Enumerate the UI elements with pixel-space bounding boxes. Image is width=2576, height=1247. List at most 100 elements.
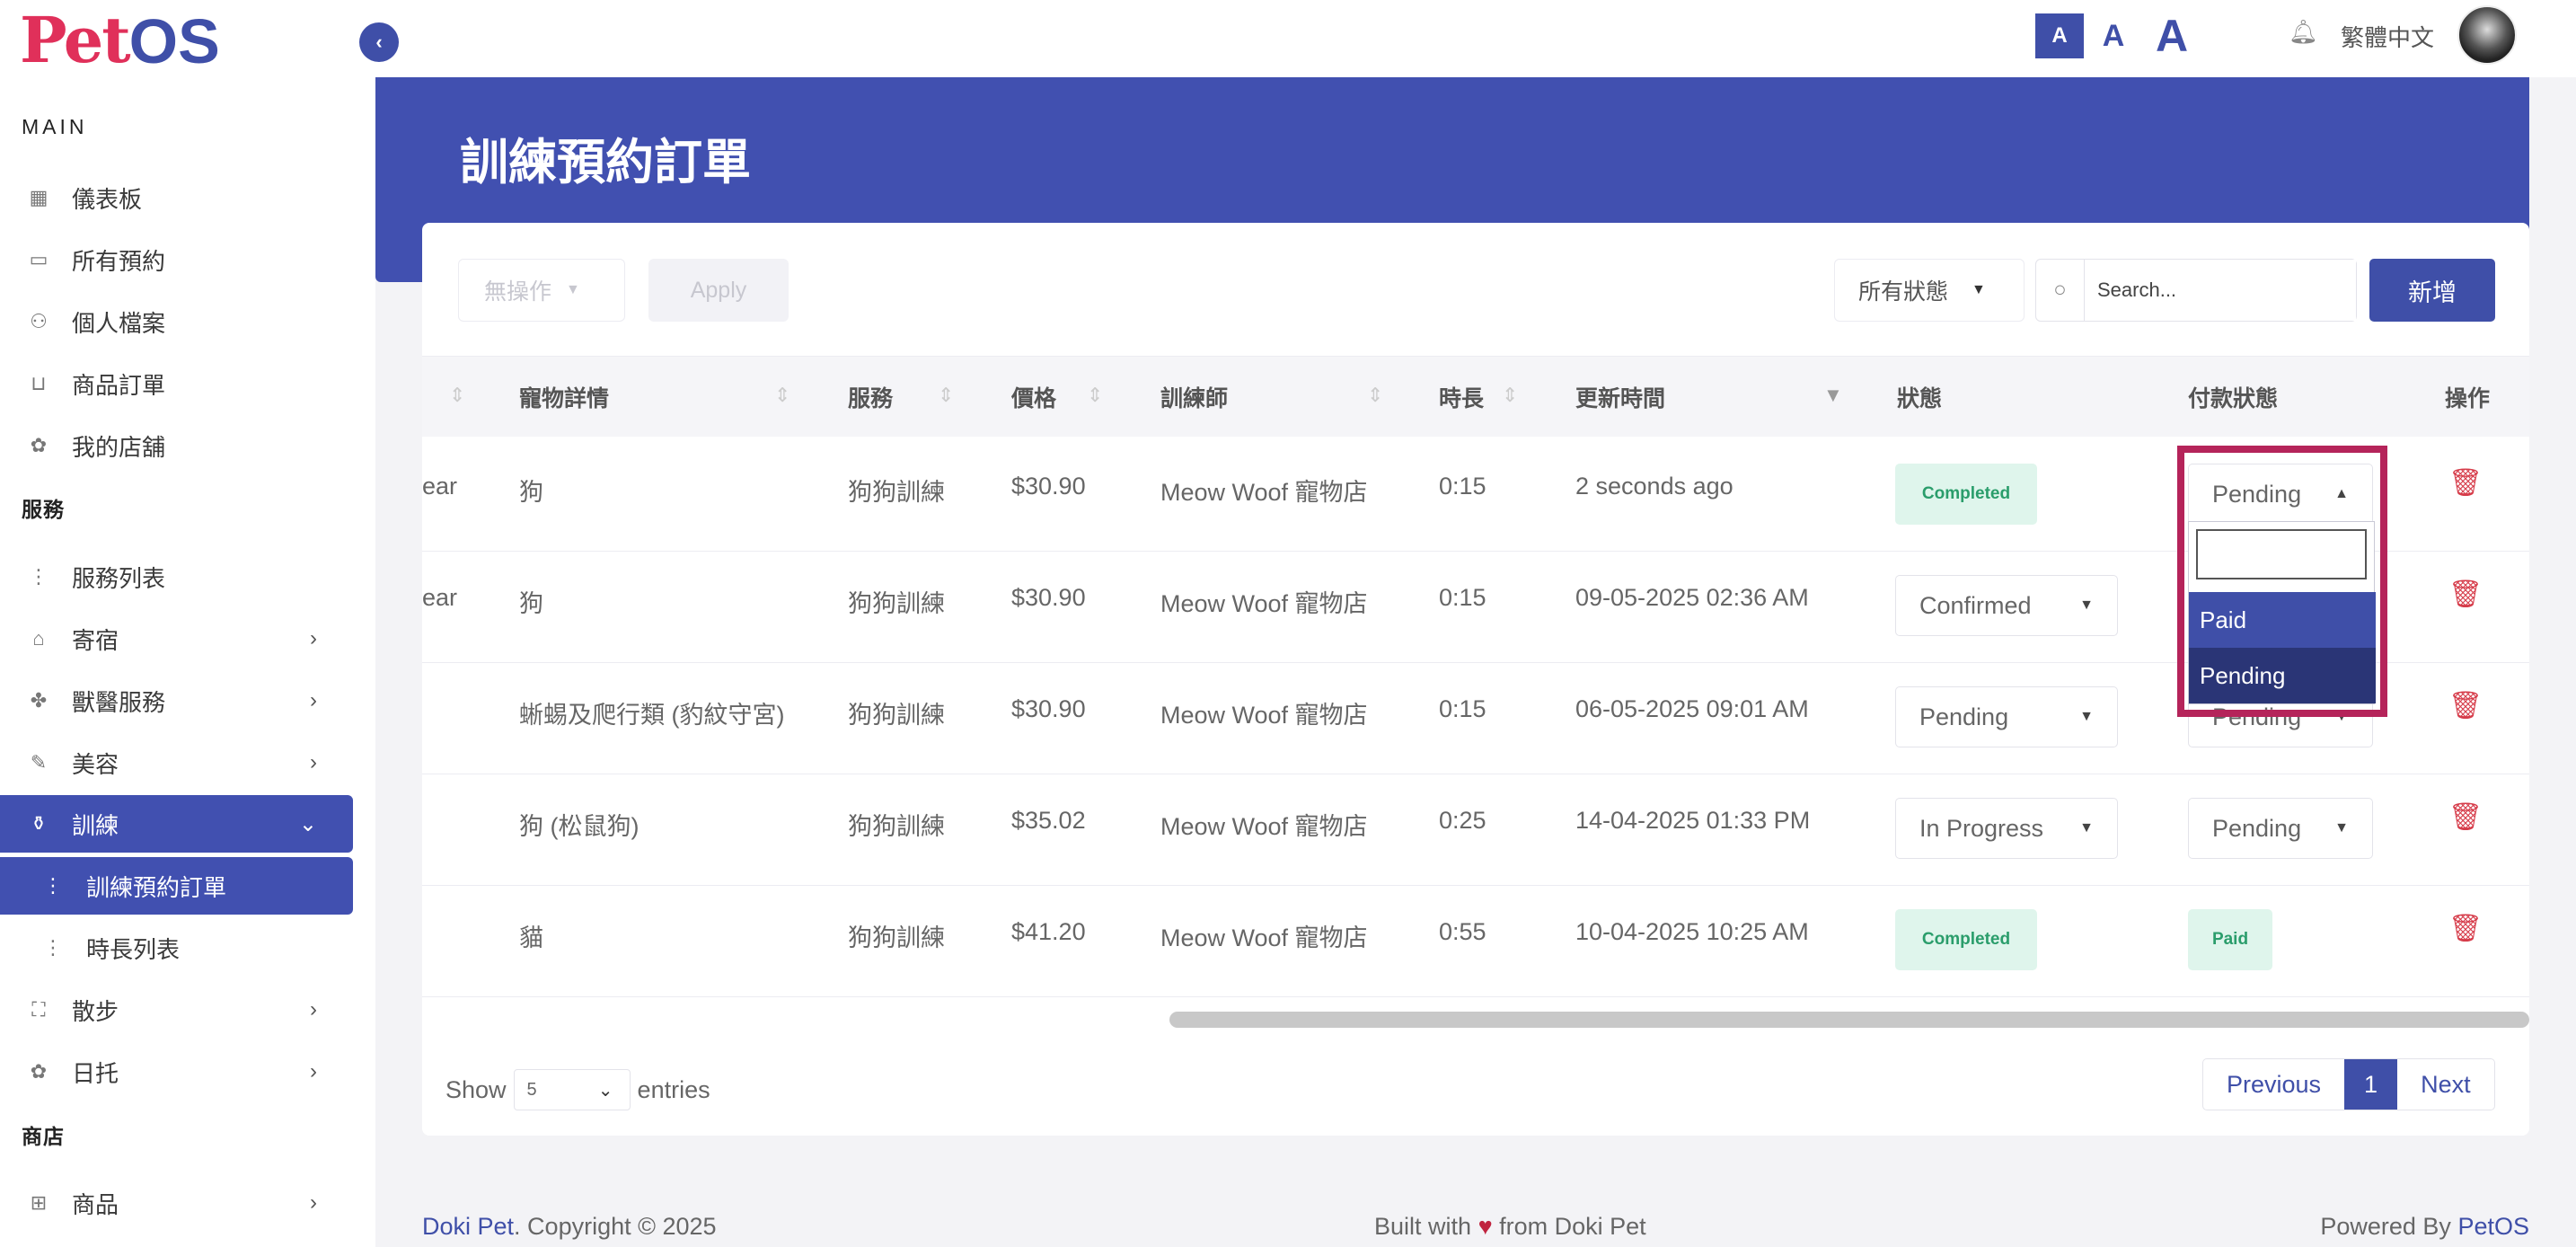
sidebar-item-walking[interactable]: ⛶ 散步 ›	[0, 981, 353, 1039]
sidebar-item-all-bookings[interactable]: ▭ 所有預約	[0, 231, 353, 288]
training-icon: ⚱	[30, 812, 48, 835]
entries-select[interactable]: 5 ⌄	[513, 1069, 631, 1110]
sort-icon[interactable]: ⇕	[449, 384, 465, 407]
sort-icon[interactable]: ⇕	[774, 384, 790, 407]
sidebar-item-dashboard[interactable]: ▦ 儀表板	[0, 169, 353, 226]
payment-status-dropdown: Paid Pending	[2188, 521, 2376, 704]
search-input[interactable]	[2085, 260, 2356, 321]
dropdown-option-pending[interactable]: Pending	[2189, 648, 2376, 703]
sidebar-item-training[interactable]: ⚱ 訓練 ⌄	[0, 795, 353, 853]
chevron-right-icon: ›	[310, 1059, 317, 1083]
previous-button[interactable]: Previous	[2203, 1059, 2344, 1110]
sidebar-item-grooming[interactable]: ✎ 美容 ›	[0, 734, 353, 792]
cell-pet: 狗 (松鼠狗)	[519, 813, 640, 840]
sidebar-item-duration-list[interactable]: ⋮ 時長列表	[0, 919, 353, 977]
cell-pet: 貓	[519, 924, 543, 951]
sidebar-item-product-orders[interactable]: ⊔ 商品訂單	[0, 355, 353, 412]
sidebar-item-label: 商品	[72, 1190, 119, 1218]
apply-button[interactable]: Apply	[648, 259, 789, 322]
list-icon: ⋮	[29, 565, 49, 588]
delete-icon[interactable]: 🗑︎	[2448, 690, 2483, 721]
sidebar-item-training-orders[interactable]: ⋮ 訓練預約訂單	[0, 857, 353, 915]
cell-truncated: ear	[422, 584, 458, 611]
font-size-small-button[interactable]: A	[2035, 13, 2084, 58]
sidebar-item-service-list[interactable]: ⋮ 服務列表	[0, 548, 353, 606]
font-size-medium-button[interactable]: A	[2093, 13, 2134, 58]
sidebar-item-daycare[interactable]: ✿ 日托 ›	[0, 1043, 353, 1101]
col-header-price[interactable]: 價格	[1011, 357, 1056, 438]
app-logo[interactable]: Pet OS	[20, 3, 220, 77]
sort-icon[interactable]: ⇕	[1087, 384, 1103, 407]
sidebar-item-profile[interactable]: ⚇ 個人檔案	[0, 293, 353, 350]
sidebar-item-products[interactable]: ⊞ 商品 ›	[0, 1174, 353, 1232]
horizontal-scrollbar[interactable]	[1169, 1012, 2529, 1028]
sidebar-item-label: 訓練	[72, 811, 119, 839]
section-service-title: 服務	[22, 498, 65, 521]
cell-updated: 2 seconds ago	[1575, 473, 1734, 500]
entries-value: 5	[526, 1079, 537, 1100]
payment-status-select[interactable]: Pending ▼	[2188, 798, 2373, 859]
page-title: 訓練預約訂單	[460, 136, 751, 190]
cell-updated: 10-04-2025 10:25 AM	[1575, 918, 1809, 945]
sidebar-item-my-store[interactable]: ✿ 我的店舖	[0, 417, 353, 474]
chevron-right-icon: ›	[310, 750, 317, 774]
status-filter-select[interactable]: 所有狀態 ▼	[1834, 259, 2025, 322]
cell-duration: 0:55	[1439, 918, 1486, 945]
cell-duration: 0:25	[1439, 807, 1486, 834]
powered-brand-link[interactable]: PetOS	[2457, 1213, 2529, 1240]
font-size-large-button[interactable]: A	[2145, 11, 2199, 61]
dropdown-option-paid[interactable]: Paid	[2189, 592, 2376, 648]
avatar[interactable]	[2457, 5, 2517, 65]
col-header-duration[interactable]: 時長	[1439, 357, 1484, 438]
sort-icon[interactable]: ⇕	[938, 384, 954, 407]
collapse-sidebar-button[interactable]: ‹	[359, 22, 399, 62]
walk-icon: ⛶	[31, 998, 46, 1021]
sidebar-item-vet[interactable]: ✤ 獸醫服務 ›	[0, 672, 353, 730]
table-header: ⇕ 寵物詳情 ⇕ 服務 ⇕ 價格 ⇕ 訓練師 ⇕ 時長 ⇕ 更新時間 ▼ 狀態 …	[422, 356, 2529, 437]
daycare-icon: ✿	[30, 1060, 48, 1083]
status-select[interactable]: Confirmed ▼	[1895, 575, 2118, 636]
sort-desc-icon[interactable]: ▼	[1823, 384, 1843, 407]
sort-icon[interactable]: ⇕	[1367, 384, 1383, 407]
sidebar-item-label: 寄宿	[72, 626, 119, 654]
bell-icon[interactable]: 🔔︎	[2289, 18, 2318, 46]
sidebar-item-label: 儀表板	[72, 185, 143, 213]
page-button-1[interactable]: 1	[2344, 1059, 2398, 1110]
list-icon: ⋮	[43, 874, 63, 897]
col-header-pet[interactable]: 寵物詳情	[519, 357, 609, 438]
list-icon: ⋮	[43, 936, 63, 959]
search-box: ○	[2035, 259, 2357, 322]
footer-brand-link[interactable]: Doki Pet	[422, 1213, 514, 1240]
built-from-text: from Doki Pet	[1499, 1213, 1646, 1240]
user-icon: ⚇	[30, 310, 48, 332]
delete-icon[interactable]: 🗑︎	[2448, 913, 2483, 944]
sidebar-item-boarding[interactable]: ⌂ 寄宿 ›	[0, 610, 353, 668]
top-bar	[375, 0, 2576, 77]
col-header-service[interactable]: 服務	[848, 357, 893, 438]
built-with-text: Built with	[1374, 1213, 1472, 1240]
chevron-right-icon: ›	[310, 688, 317, 712]
delete-icon[interactable]: 🗑︎	[2448, 801, 2483, 833]
show-label: Show	[446, 1075, 507, 1103]
status-select[interactable]: Pending ▼	[1895, 686, 2118, 747]
language-selector[interactable]: 繁體中文	[2341, 20, 2434, 53]
sidebar-item-label: 日托	[72, 1059, 119, 1087]
bulk-action-value: 無操作	[484, 279, 552, 305]
delete-icon[interactable]: 🗑︎	[2448, 467, 2483, 499]
sort-icon[interactable]: ⇕	[1502, 384, 1518, 407]
dropdown-search-input[interactable]	[2196, 529, 2367, 579]
col-header-trainer[interactable]: 訓練師	[1160, 357, 1228, 438]
next-button[interactable]: Next	[2397, 1059, 2494, 1110]
status-select[interactable]: In Progress ▼	[1895, 798, 2118, 859]
bulk-action-select[interactable]: 無操作 ▼	[458, 259, 625, 322]
col-header-updated[interactable]: 更新時間	[1575, 357, 1665, 438]
add-button[interactable]: 新增	[2369, 259, 2495, 322]
sidebar-item-label: 服務列表	[72, 564, 166, 592]
entries-length-control: Show 5 ⌄ entries	[446, 1069, 710, 1110]
cell-trainer: Meow Woof 寵物店	[1160, 924, 1368, 951]
cell-service: 狗狗訓練	[848, 813, 945, 840]
cell-service: 狗狗訓練	[848, 924, 945, 951]
delete-icon[interactable]: 🗑︎	[2448, 579, 2483, 610]
logo-pet-text: Pet	[20, 3, 131, 77]
cell-trainer: Meow Woof 寵物店	[1160, 813, 1368, 840]
